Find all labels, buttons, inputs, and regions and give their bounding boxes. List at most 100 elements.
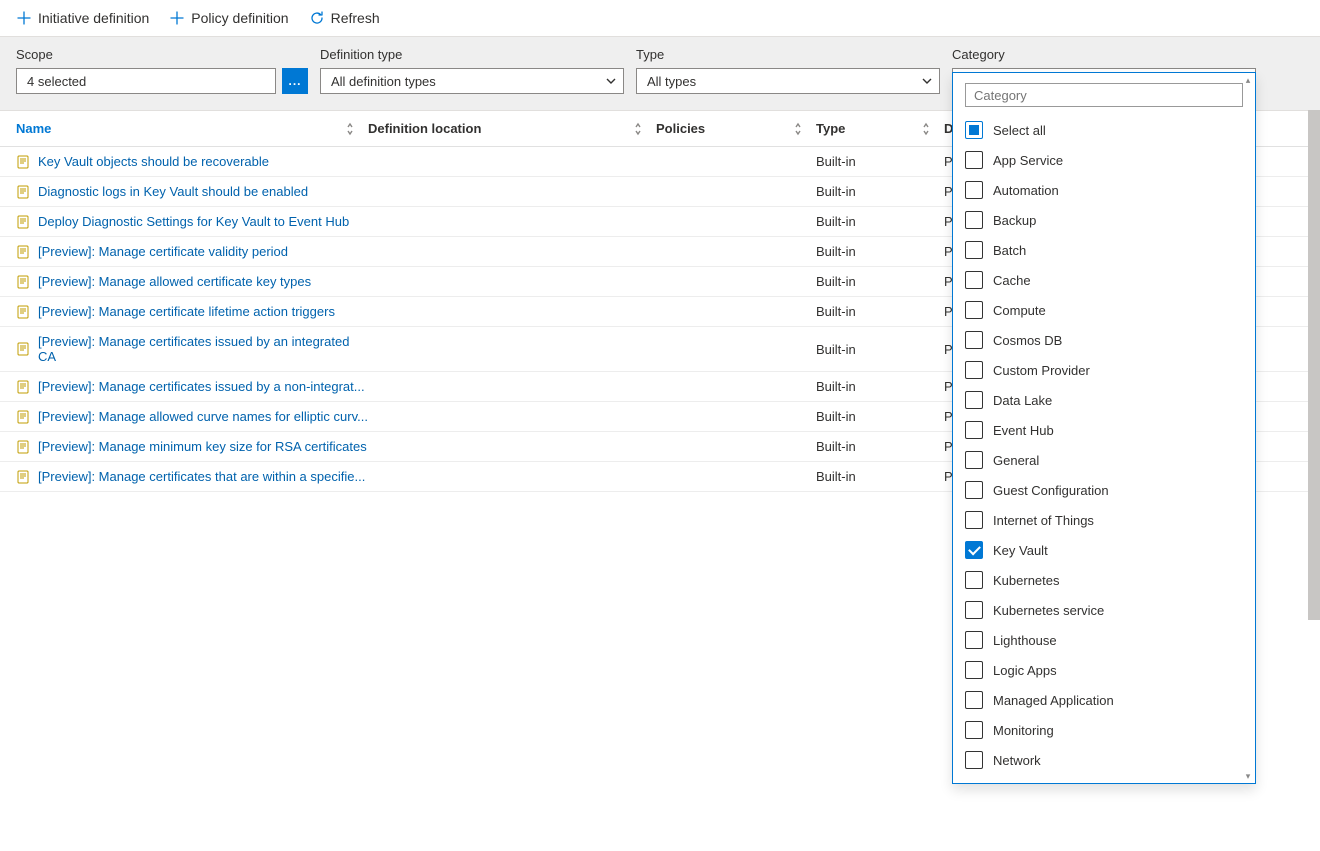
- category-option[interactable]: Cosmos DB: [965, 325, 1243, 355]
- category-option-label: Cache: [993, 273, 1031, 288]
- refresh-button[interactable]: Refresh: [309, 10, 380, 26]
- category-option[interactable]: Backup: [965, 205, 1243, 235]
- category-option[interactable]: Managed Application: [965, 685, 1243, 715]
- refresh-label: Refresh: [331, 10, 380, 26]
- category-option[interactable]: Event Hub: [965, 415, 1243, 445]
- row-type: Built-in: [816, 342, 944, 357]
- scrollbar-thumb[interactable]: [1308, 110, 1320, 620]
- row-type: Built-in: [816, 214, 944, 229]
- checkbox-icon: [965, 631, 983, 649]
- category-option[interactable]: Network: [965, 745, 1243, 775]
- row-name-link[interactable]: Deploy Diagnostic Settings for Key Vault…: [38, 214, 349, 229]
- add-policy-label: Policy definition: [191, 10, 288, 26]
- row-name-link[interactable]: Diagnostic logs in Key Vault should be e…: [38, 184, 308, 199]
- checkbox-icon: [965, 661, 983, 679]
- category-search-input[interactable]: [965, 83, 1243, 107]
- policy-doc-icon: [16, 380, 30, 394]
- scope-select[interactable]: 4 selected: [16, 68, 276, 94]
- row-type: Built-in: [816, 244, 944, 259]
- category-option[interactable]: Lighthouse: [965, 625, 1243, 655]
- row-name-link[interactable]: [Preview]: Manage allowed certificate ke…: [38, 274, 311, 289]
- row-name-link[interactable]: [Preview]: Manage allowed curve names fo…: [38, 409, 368, 424]
- row-name-link[interactable]: [Preview]: Manage minimum key size for R…: [38, 439, 367, 454]
- category-option[interactable]: Key Vault: [965, 535, 1243, 565]
- type-label: Type: [636, 47, 940, 62]
- row-type: Built-in: [816, 154, 944, 169]
- definition-type-filter: Definition type All definition types: [320, 47, 624, 94]
- checkbox-icon: [965, 241, 983, 259]
- definition-type-select[interactable]: All definition types: [320, 68, 624, 94]
- category-option[interactable]: Cache: [965, 265, 1243, 295]
- scroll-up-icon[interactable]: ▴: [1243, 75, 1253, 85]
- checkbox-icon: [965, 721, 983, 739]
- category-option[interactable]: General: [965, 445, 1243, 475]
- category-option-label: Custom Provider: [993, 363, 1090, 378]
- column-header-policies[interactable]: Policies: [656, 121, 816, 136]
- scope-picker-button[interactable]: ...: [282, 68, 308, 94]
- category-option[interactable]: Kubernetes: [965, 565, 1243, 595]
- checkbox-icon: [965, 571, 983, 589]
- category-option[interactable]: Kubernetes service: [965, 595, 1243, 625]
- category-option-label: Lighthouse: [993, 633, 1057, 648]
- category-option[interactable]: Custom Provider: [965, 355, 1243, 385]
- category-option[interactable]: App Service: [965, 145, 1243, 175]
- category-option-label: Network: [993, 753, 1041, 768]
- category-option-label: Batch: [993, 243, 1026, 258]
- category-option[interactable]: Automation: [965, 175, 1243, 205]
- checkbox-icon: [965, 181, 983, 199]
- column-header-type[interactable]: Type: [816, 121, 944, 136]
- chevron-down-icon: [921, 75, 933, 87]
- checkbox-icon: [965, 481, 983, 499]
- policy-doc-icon: [16, 275, 30, 289]
- add-initiative-button[interactable]: Initiative definition: [16, 10, 149, 26]
- row-name-link[interactable]: [Preview]: Manage certificate validity p…: [38, 244, 288, 259]
- sort-icon: [792, 122, 806, 136]
- category-option-label: Monitoring: [993, 723, 1054, 738]
- checkbox-icon: [965, 391, 983, 409]
- plus-icon: [169, 10, 185, 26]
- category-list: Select all App Service Automation Backup Ba…: [953, 111, 1255, 779]
- scroll-down-icon[interactable]: ▾: [1243, 771, 1253, 781]
- row-type: Built-in: [816, 439, 944, 454]
- category-option[interactable]: Guest Configuration: [965, 475, 1243, 505]
- category-option[interactable]: Logic Apps: [965, 655, 1243, 685]
- column-header-location[interactable]: Definition location: [368, 121, 656, 136]
- checkbox-icon: [965, 271, 983, 289]
- scope-label: Scope: [16, 47, 308, 62]
- category-option[interactable]: Monitoring: [965, 715, 1243, 745]
- checkbox-icon: [965, 541, 983, 559]
- policy-doc-icon: [16, 215, 30, 229]
- add-policy-button[interactable]: Policy definition: [169, 10, 288, 26]
- checkbox-icon: [965, 511, 983, 529]
- category-option-label: Key Vault: [993, 543, 1048, 558]
- row-name-link[interactable]: Key Vault objects should be recoverable: [38, 154, 269, 169]
- command-bar: Initiative definition Policy definition …: [0, 0, 1320, 36]
- category-option[interactable]: Data Lake: [965, 385, 1243, 415]
- type-value: All types: [647, 74, 696, 89]
- category-option[interactable]: Compute: [965, 295, 1243, 325]
- checkbox-icon: [965, 751, 983, 769]
- checkbox-icon: [965, 601, 983, 619]
- row-name-link[interactable]: [Preview]: Manage certificates that are …: [38, 469, 365, 484]
- row-name-link[interactable]: [Preview]: Manage certificates issued by…: [38, 379, 365, 394]
- row-name-link[interactable]: [Preview]: Manage certificate lifetime a…: [38, 304, 335, 319]
- category-option[interactable]: Internet of Things: [965, 505, 1243, 535]
- category-select-all[interactable]: Select all: [965, 115, 1243, 145]
- column-header-name[interactable]: Name: [16, 121, 368, 136]
- type-select[interactable]: All types: [636, 68, 940, 94]
- category-option-label: Automation: [993, 183, 1059, 198]
- row-name-link[interactable]: [Preview]: Manage certificates issued by…: [38, 334, 368, 364]
- category-filter: Category 1 categories ▴ Select all App S…: [952, 47, 1256, 94]
- category-option-label: Internet of Things: [993, 513, 1094, 528]
- chevron-down-icon: [605, 75, 617, 87]
- row-type: Built-in: [816, 274, 944, 289]
- scope-value: 4 selected: [27, 74, 86, 89]
- policy-doc-icon: [16, 305, 30, 319]
- policy-doc-icon: [16, 155, 30, 169]
- add-initiative-label: Initiative definition: [38, 10, 149, 26]
- plus-icon: [16, 10, 32, 26]
- category-option-label: General: [993, 453, 1039, 468]
- category-option[interactable]: Batch: [965, 235, 1243, 265]
- scrollbar-track[interactable]: [1308, 110, 1320, 620]
- category-option-label: Compute: [993, 303, 1046, 318]
